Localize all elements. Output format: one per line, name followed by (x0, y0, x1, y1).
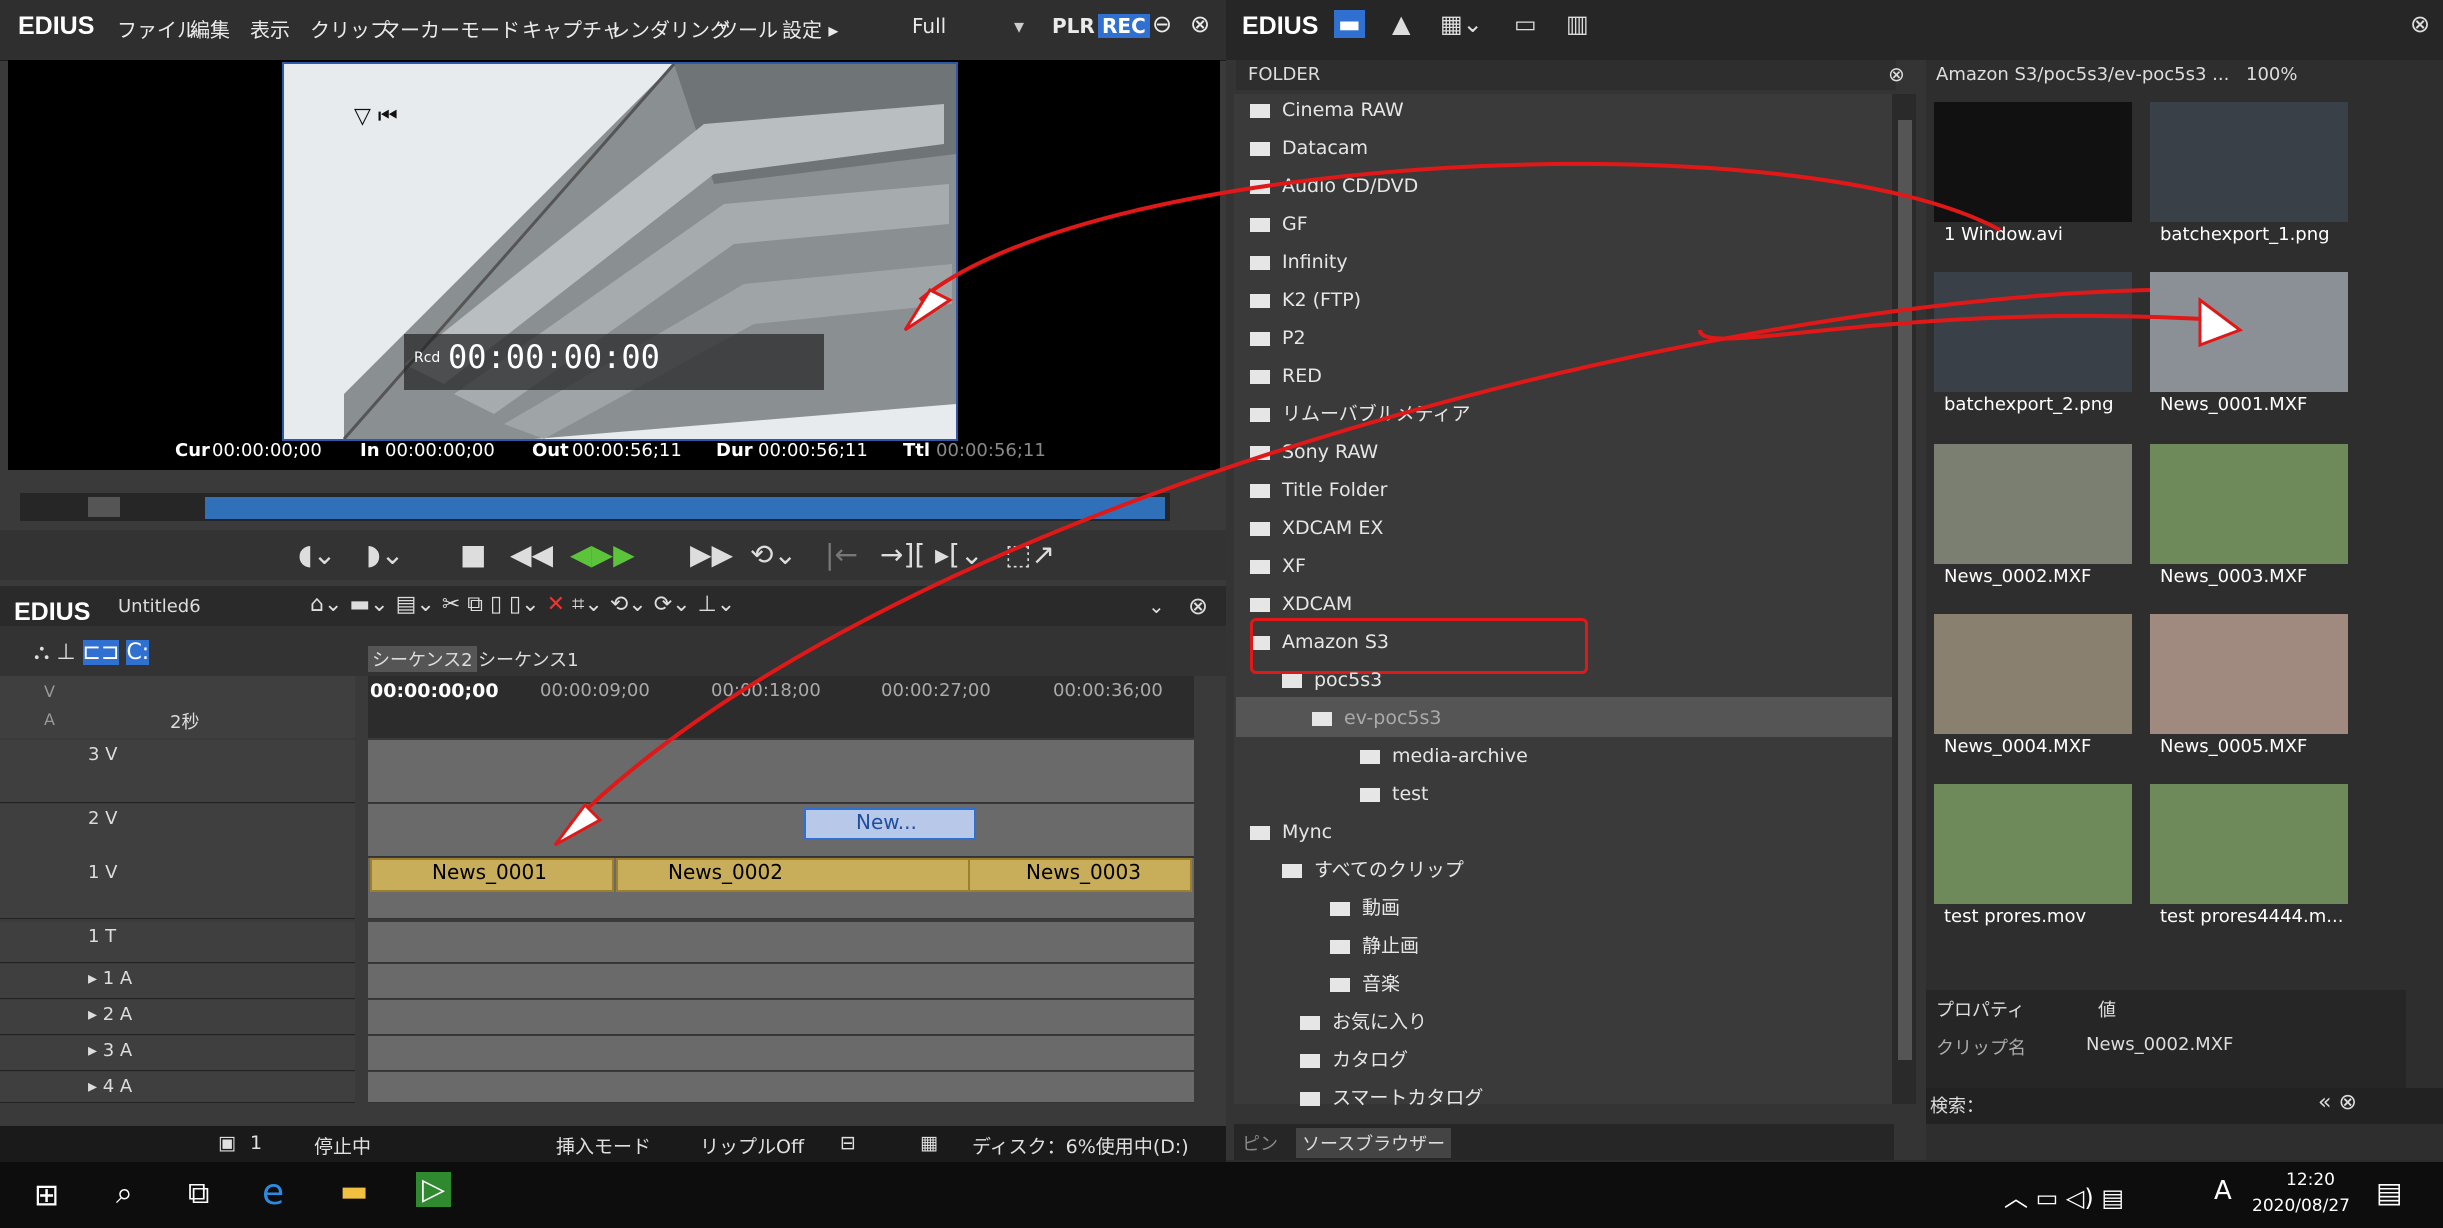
edius-app-icon[interactable]: ▷ (416, 1172, 452, 1207)
file-explorer-icon[interactable]: ▬ (340, 1174, 368, 1209)
arrow-head (2198, 297, 2244, 348)
windows-start-icon[interactable]: ⊞ (34, 1178, 59, 1213)
arrow-line (918, 161, 2001, 302)
ime-indicator[interactable]: A (2214, 1176, 2232, 1206)
clock-time[interactable]: 12:20 (2286, 1170, 2335, 1190)
notification-icon[interactable]: ▤ (2376, 1176, 2402, 1209)
arrow-head (553, 802, 603, 847)
clock-date[interactable]: 2020/08/27 (2252, 1196, 2350, 1216)
tray-icons[interactable]: ︿ ▭ ◁) ▤ (2004, 1178, 2124, 1213)
task-view-icon[interactable]: ⧉ (188, 1176, 209, 1211)
arrow-head (903, 288, 953, 332)
arrow-line (568, 288, 2151, 827)
search-icon[interactable]: ⌕ (116, 1176, 133, 1211)
taskbar: ⊞ ⌕ ⧉ e ▬ ▷ ︿ ▭ ◁) ▤ A 12:20 2020/08/27 … (0, 1162, 2443, 1228)
edge-icon[interactable]: e (262, 1172, 284, 1213)
annotation-arrows (553, 161, 2244, 847)
